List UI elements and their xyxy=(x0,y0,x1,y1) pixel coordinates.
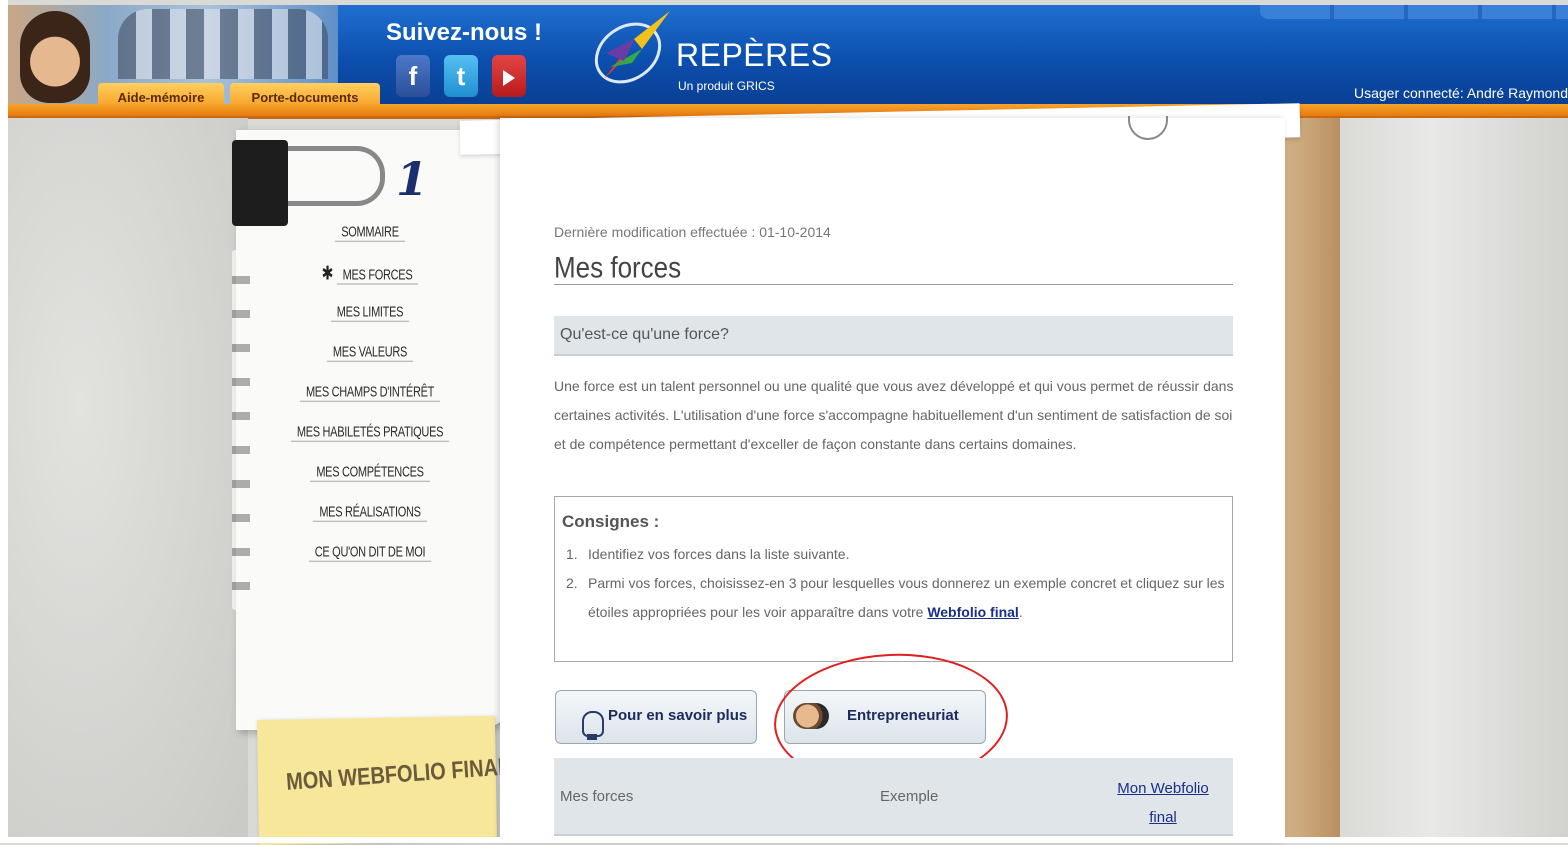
tab-aide-memoire[interactable]: Aide-mémoire xyxy=(98,83,224,105)
list-item: 2. Parmi vos forces, choisissez-en 3 pour… xyxy=(566,575,1225,620)
webfolio-final-inline-link[interactable]: Webfolio final xyxy=(927,604,1019,620)
wall-background-left xyxy=(8,118,248,838)
lightbulb-icon xyxy=(568,701,604,740)
bottom-edge xyxy=(0,837,1568,843)
logo-subtitle: Un produit GRICS xyxy=(678,79,775,93)
top-right-tabs[interactable] xyxy=(1260,5,1568,19)
tab-porte-documents[interactable]: Porte-documents xyxy=(230,83,380,105)
twitter-icon[interactable]: t xyxy=(444,55,478,97)
cork-board xyxy=(1278,118,1340,838)
question-heading: Qu'est-ce qu'une force? xyxy=(560,326,729,343)
col-header-webfolio-link[interactable]: Mon Webfolio final xyxy=(1108,774,1218,832)
wall-background-right xyxy=(1340,118,1568,838)
handshake-icon xyxy=(793,703,829,729)
consignes-title: Consignes : xyxy=(562,512,660,531)
last-modified: Dernière modification effectuée : 01-10-… xyxy=(554,224,831,240)
logo-title: REPÈRES xyxy=(676,37,833,73)
sidebar-item-ce-quon-dit[interactable]: Ce qu'on dit de moi xyxy=(290,535,450,589)
learn-more-button[interactable]: Pour en savoir plus xyxy=(555,690,757,744)
notebook-holes xyxy=(232,250,250,610)
col-header-forces: Mes forces xyxy=(560,788,634,805)
page-title: Mes forces xyxy=(554,250,682,285)
student-photo xyxy=(20,11,90,103)
list-item: 1. Identifiez vos forces dans la liste su… xyxy=(566,546,850,562)
col-header-exemple: Exemple xyxy=(880,788,939,805)
youtube-icon[interactable] xyxy=(492,55,526,97)
step-badge: 1 xyxy=(396,152,429,206)
sidebar-menu: Sommaire Mes forces Mes limites Mes vale… xyxy=(290,222,450,582)
binder-clip-icon xyxy=(232,140,288,226)
title-divider xyxy=(554,284,1233,285)
group-photo xyxy=(118,9,328,79)
follow-us-label: Suivez-nous ! xyxy=(386,19,543,46)
reperes-logo-icon xyxy=(594,11,670,84)
definition-text: Une force est un talent personnel ou une… xyxy=(554,378,1234,452)
connected-user: Usager connecté: André Raymond xyxy=(1353,85,1568,101)
facebook-icon[interactable]: f xyxy=(396,55,430,97)
left-edge xyxy=(0,0,8,843)
consignes-list: 1. Identifiez vos forces dans la liste su… xyxy=(566,540,1226,627)
entrepreneuriat-button[interactable]: Entrepreneuriat xyxy=(784,690,986,744)
site-header: Aide-mémoire Porte-documents Suivez-nous… xyxy=(8,5,1568,105)
